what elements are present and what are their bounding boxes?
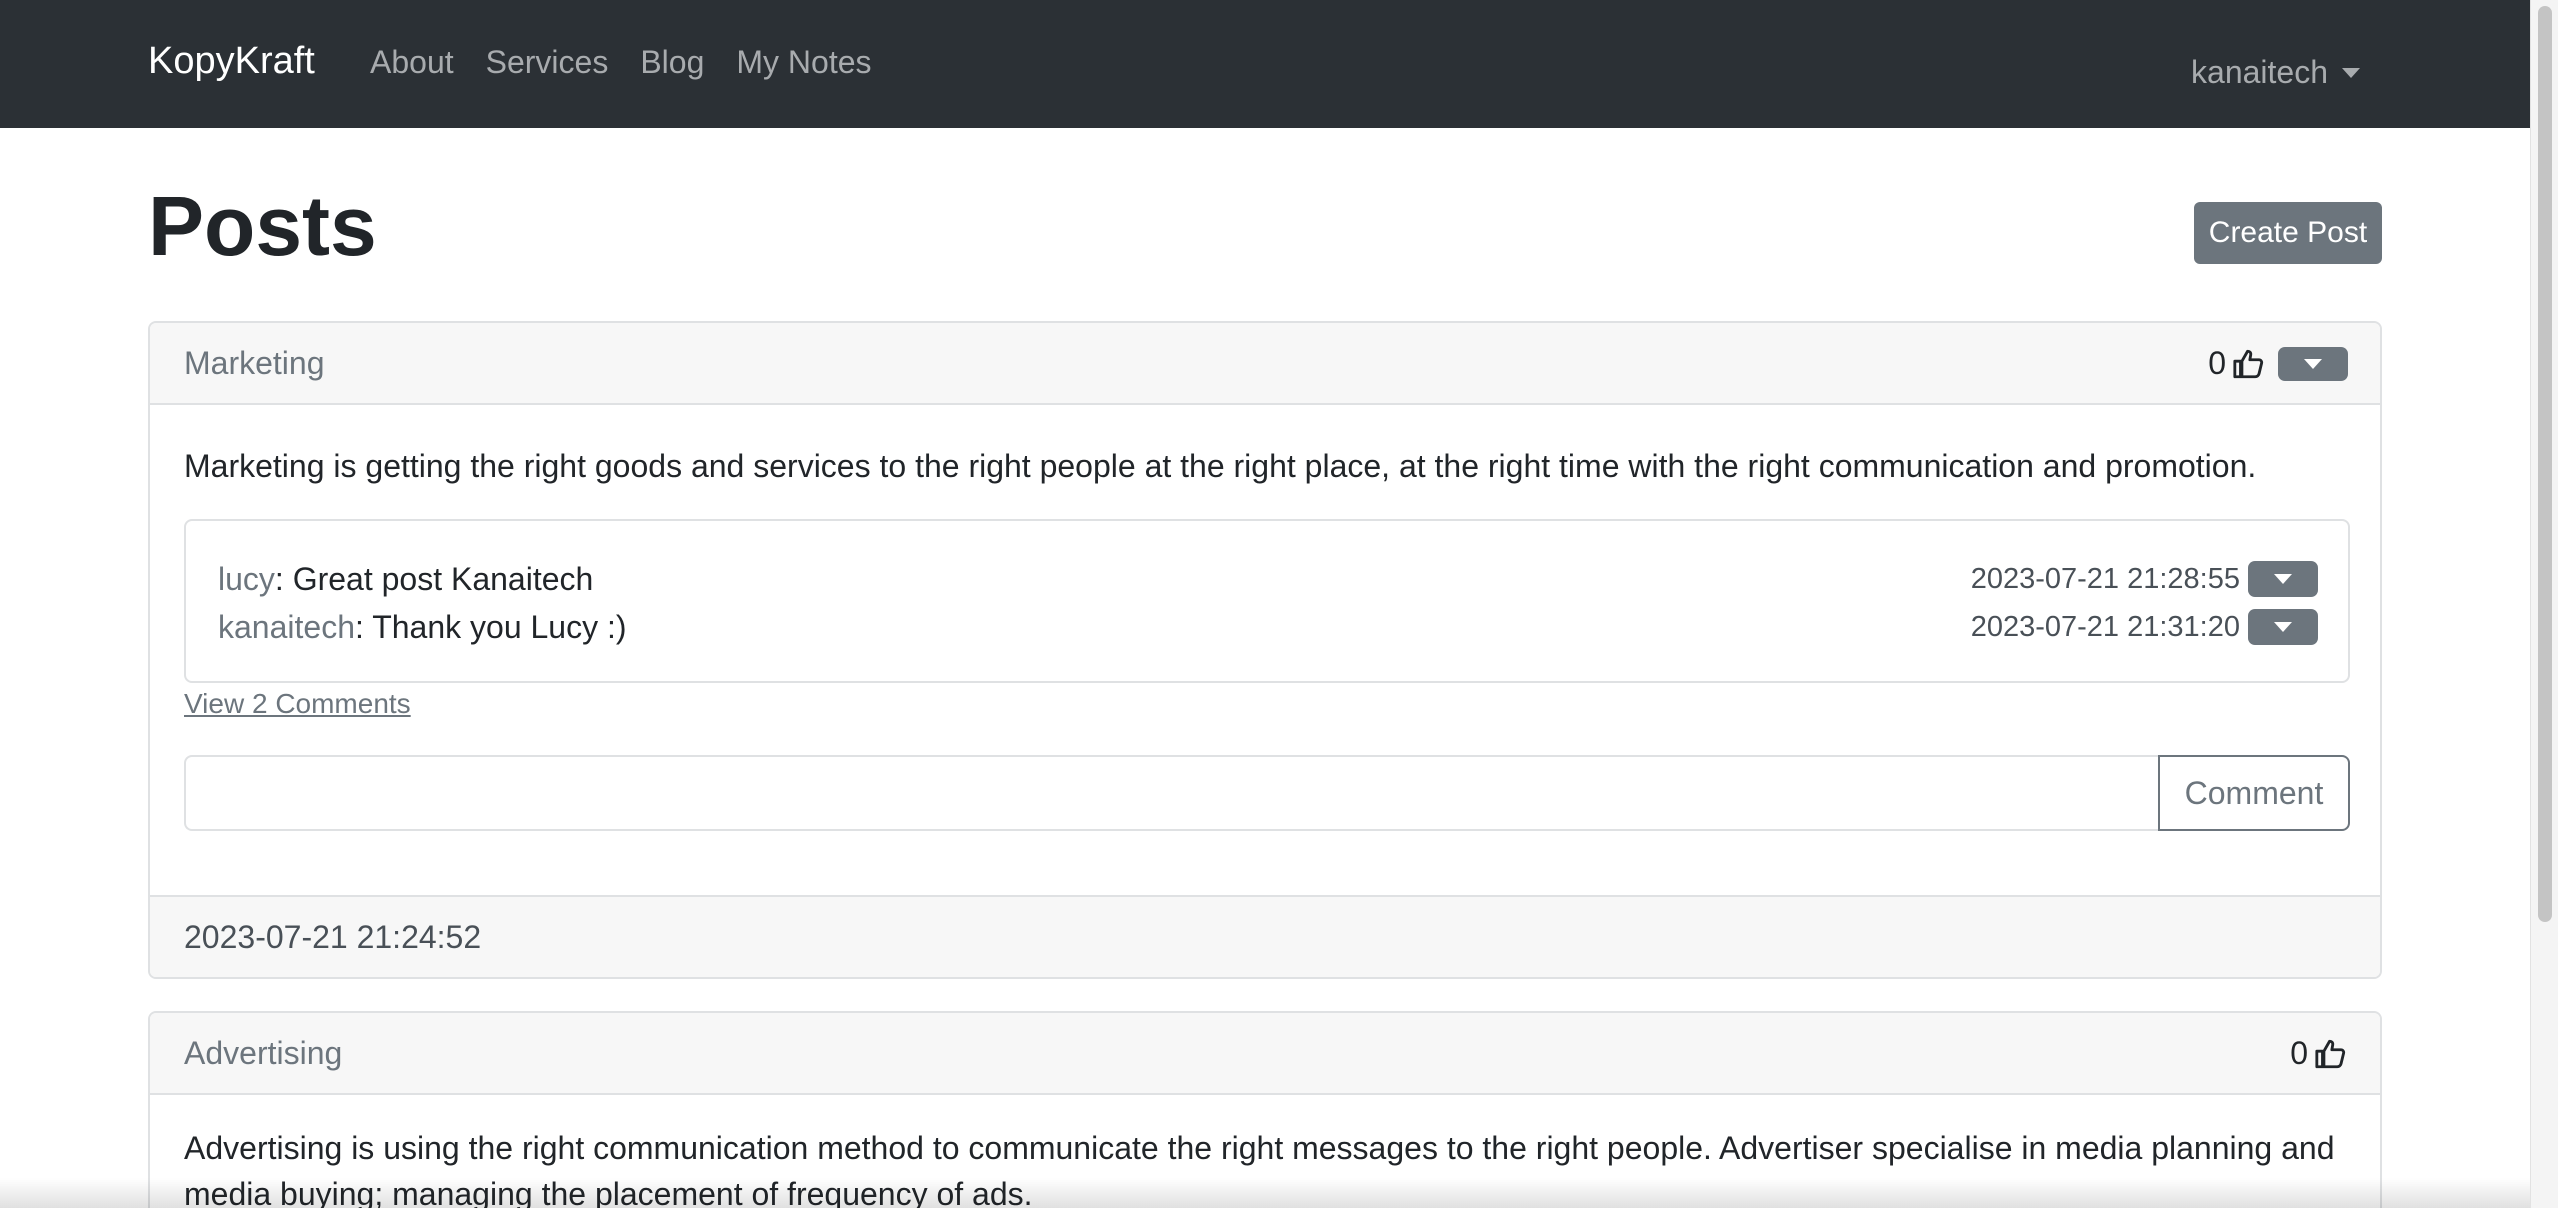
caret-down-icon xyxy=(2304,358,2322,369)
comment-timestamp: 2023-07-21 21:31:20 xyxy=(1970,610,2240,643)
nav-links: About Services Blog My Notes xyxy=(370,44,872,81)
post-card-header: Marketing 0 xyxy=(150,323,2380,405)
caret-down-icon xyxy=(2274,622,2292,632)
comment-timestamp: 2023-07-21 21:28:55 xyxy=(1970,562,2240,595)
post-card-footer: 2023-07-21 21:24:52 xyxy=(150,895,2380,977)
nav-link-my-notes[interactable]: My Notes xyxy=(736,44,871,81)
user-name: kanaitech xyxy=(2191,54,2328,90)
comment-meta: 2023-07-21 21:31:20 xyxy=(1971,609,2318,645)
comment-options-dropdown-button[interactable] xyxy=(2248,561,2318,597)
comment-item: kanaitech: Thank you Lucy :) 2023-07-21 … xyxy=(218,603,2318,651)
thumbs-up-icon[interactable] xyxy=(2314,1037,2348,1071)
post-card-header: Advertising 0 xyxy=(150,1013,2380,1095)
post-options-dropdown-button[interactable] xyxy=(2278,346,2348,381)
comment-text: : Thank you Lucy :) xyxy=(354,608,627,645)
post-body-text: Marketing is getting the right goods and… xyxy=(184,448,2257,484)
comment-meta: 2023-07-21 21:28:55 xyxy=(1971,561,2318,597)
comment-options-dropdown-button[interactable] xyxy=(2248,609,2318,645)
comment-input[interactable] xyxy=(184,755,2158,831)
brand-logo[interactable]: KopyKraft xyxy=(148,40,315,83)
create-post-button[interactable]: Create Post xyxy=(2194,202,2382,264)
comment-submit-button[interactable]: Comment xyxy=(2158,755,2350,831)
comment-form: Comment xyxy=(184,755,2350,831)
comment-text: : Great post Kanaitech xyxy=(274,560,594,597)
navbar: KopyKraft About Services Blog My Notes k… xyxy=(0,0,2530,128)
thumbs-up-icon[interactable] xyxy=(2232,347,2266,381)
post-title: Advertising xyxy=(184,1035,343,1071)
page-title: Posts xyxy=(148,179,377,273)
post-date: 2023-07-21 21:24:52 xyxy=(184,919,482,955)
likes-group: 0 xyxy=(2290,1035,2348,1072)
like-count: 0 xyxy=(2208,345,2226,381)
scrollbar-thumb[interactable] xyxy=(2538,6,2552,922)
view-comments-link[interactable]: View 2 Comments xyxy=(184,688,411,720)
scrollbar[interactable] xyxy=(2530,0,2558,1208)
comment-user-link[interactable]: lucy xyxy=(218,561,275,597)
nav-link-services[interactable]: Services xyxy=(486,44,609,81)
bottom-shadow xyxy=(0,1178,2530,1208)
like-count: 0 xyxy=(2290,1035,2308,1071)
comments-list: lucy: Great post Kanaitech 2023-07-21 21… xyxy=(184,519,2350,683)
post-card: Marketing 0 Marketing is getting the rig… xyxy=(148,321,2382,979)
nav-link-blog[interactable]: Blog xyxy=(640,44,704,81)
caret-down-icon xyxy=(2274,574,2292,584)
comment-content: lucy: Great post Kanaitech xyxy=(218,561,593,598)
user-menu-dropdown[interactable]: kanaitech xyxy=(2191,54,2360,91)
chevron-down-icon xyxy=(2342,67,2360,78)
nav-link-about[interactable]: About xyxy=(370,44,454,81)
comment-user-link[interactable]: kanaitech xyxy=(218,609,355,645)
likes-group: 0 xyxy=(2208,345,2348,382)
post-title: Marketing xyxy=(184,345,325,381)
comment-item: lucy: Great post Kanaitech 2023-07-21 21… xyxy=(218,555,2318,603)
comment-content: kanaitech: Thank you Lucy :) xyxy=(218,609,627,646)
